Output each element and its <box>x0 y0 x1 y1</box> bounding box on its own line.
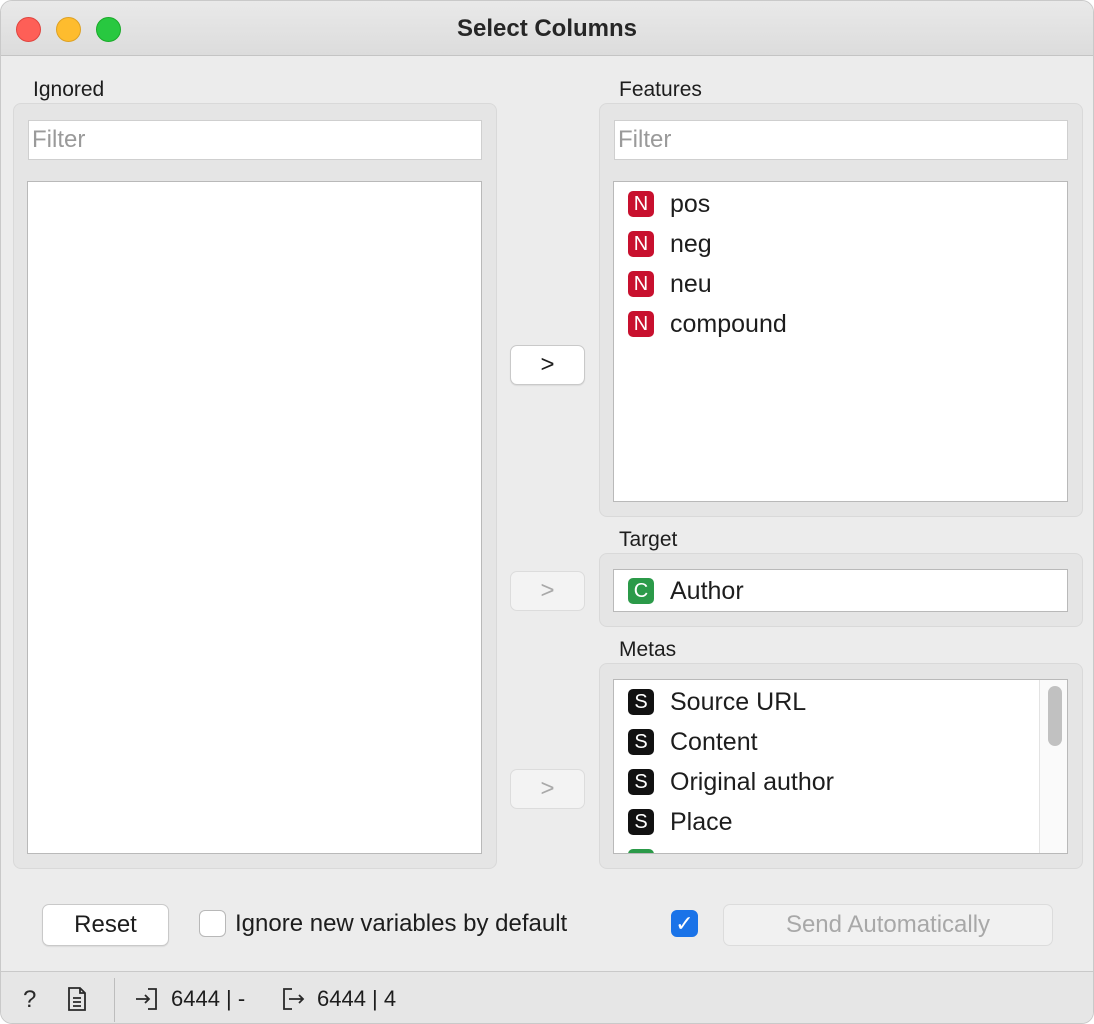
input-summary: 6444 | - <box>171 986 246 1011</box>
list-item[interactable]: S Source URL <box>628 685 806 719</box>
string-type-icon: S <box>628 729 654 755</box>
report-icon[interactable] <box>65 986 89 1019</box>
features-filter-input[interactable] <box>614 120 1068 160</box>
list-item[interactable]: C Author <box>628 574 744 608</box>
variable-name: pos <box>670 189 711 218</box>
features-list[interactable]: N pos N neg N neu N compound <box>613 181 1068 502</box>
ignored-filter-input[interactable] <box>28 120 482 160</box>
checkmark-icon: ✓ <box>675 910 694 936</box>
move-to-metas-button[interactable]: > <box>510 769 585 809</box>
move-to-target-button[interactable]: > <box>510 571 585 611</box>
input-data-icon <box>134 986 160 1019</box>
status-bar: ? 6444 | - 6444 | 4 <box>1 971 1093 1023</box>
list-item[interactable]: N neg <box>628 227 712 261</box>
ignored-list[interactable] <box>27 181 482 854</box>
numeric-type-icon: N <box>628 231 654 257</box>
title-bar[interactable]: Select Columns <box>1 1 1093 56</box>
list-item[interactable]: N neu <box>628 267 712 301</box>
ignore-new-variables-label[interactable]: Ignore new variables by default <box>235 910 567 938</box>
features-label: Features <box>619 78 702 101</box>
metas-label: Metas <box>619 638 677 661</box>
variable-name: Place <box>670 807 733 836</box>
variable-name: Original author <box>670 767 834 796</box>
window-title: Select Columns <box>456 15 638 42</box>
string-type-icon: S <box>628 689 654 715</box>
ignored-label: Ignored <box>33 78 105 101</box>
ignore-new-variables-checkbox[interactable] <box>199 910 226 937</box>
numeric-type-icon: N <box>628 191 654 217</box>
move-to-features-button[interactable]: > <box>510 345 585 385</box>
auto-send-checkbox[interactable]: ✓ <box>671 910 698 937</box>
string-type-icon: S <box>628 769 654 795</box>
variable-name: Author <box>670 576 744 605</box>
numeric-type-icon: N <box>628 271 654 297</box>
metas-scrollbar-thumb[interactable] <box>1048 686 1062 746</box>
metas-list[interactable]: S Source URL S Content S Original author… <box>613 679 1068 854</box>
variable-name: compound <box>670 309 787 338</box>
target-list[interactable]: C Author <box>613 569 1068 612</box>
list-item[interactable]: N compound <box>628 307 787 341</box>
variable-name: Source URL <box>670 687 807 716</box>
variable-name: neg <box>670 229 712 258</box>
send-automatically-button[interactable]: Send Automatically <box>723 904 1053 946</box>
list-item[interactable]: S Place <box>628 805 733 839</box>
help-icon[interactable]: ? <box>23 986 36 1014</box>
status-separator <box>114 978 115 1022</box>
metas-scrollbar[interactable] <box>1039 680 1067 853</box>
numeric-type-icon: N <box>628 311 654 337</box>
list-item[interactable]: N pos <box>628 187 710 221</box>
list-item[interactable]: S Original author <box>628 765 834 799</box>
string-type-icon: S <box>628 809 654 835</box>
variable-name: neu <box>670 269 712 298</box>
target-label: Target <box>619 528 678 551</box>
variable-name: Content <box>670 727 758 756</box>
list-item-partial[interactable] <box>628 845 670 853</box>
categorical-type-icon <box>628 849 654 853</box>
categorical-type-icon: C <box>628 578 654 604</box>
list-item[interactable]: S Content <box>628 725 758 759</box>
output-data-icon <box>280 986 306 1019</box>
output-summary: 6444 | 4 <box>317 986 397 1011</box>
reset-button[interactable]: Reset <box>42 904 169 946</box>
select-columns-window: Select Columns Ignored Features N pos N … <box>0 0 1094 1024</box>
